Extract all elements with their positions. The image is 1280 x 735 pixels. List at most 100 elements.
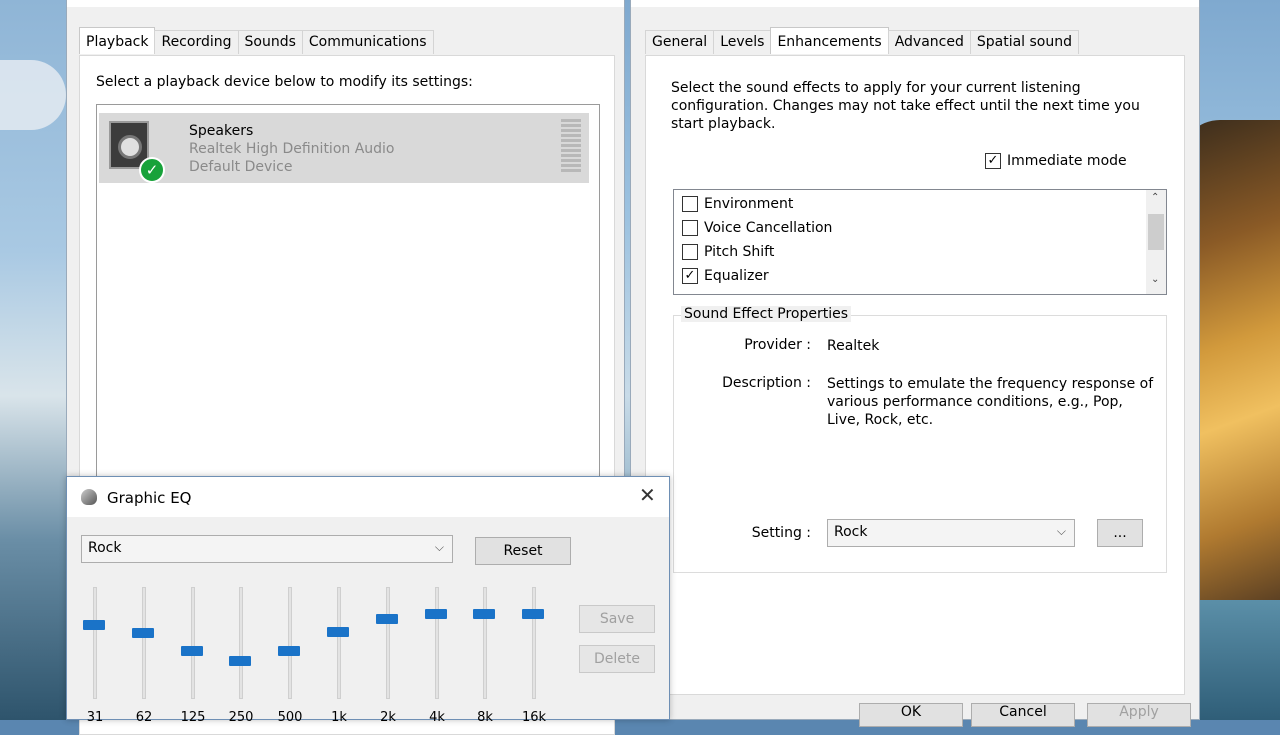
playback-instruction: Select a playback device below to modify… xyxy=(96,74,473,90)
slider-thumb[interactable] xyxy=(132,628,154,638)
provider-value: Realtek xyxy=(827,338,880,354)
slider-track xyxy=(435,587,439,699)
slider-thumb[interactable] xyxy=(425,609,447,619)
sound-tabs: Playback Recording Sounds Communications xyxy=(79,27,434,54)
slider-thumb[interactable] xyxy=(181,646,203,656)
eq-band-slider[interactable] xyxy=(83,587,107,699)
eq-band-label: 2k xyxy=(380,710,396,725)
scroll-down-icon[interactable]: ⌄ xyxy=(1151,274,1159,285)
slider-track xyxy=(239,587,243,699)
eq-band-label: 1k xyxy=(331,710,347,725)
slider-track xyxy=(142,587,146,699)
slider-thumb[interactable] xyxy=(473,609,495,619)
effects-list[interactable]: Environment Voice Cancellation Pitch Shi… xyxy=(673,189,1167,295)
scroll-up-icon[interactable]: ⌃ xyxy=(1151,192,1159,203)
device-name: Speakers xyxy=(189,123,254,139)
slider-track xyxy=(93,587,97,699)
effect-label: Environment xyxy=(704,196,794,212)
tab-playback[interactable]: Playback xyxy=(79,27,156,54)
eq-band-slider[interactable] xyxy=(376,587,400,699)
group-title: Sound Effect Properties xyxy=(681,306,852,322)
eq-band-label: 16k xyxy=(521,710,547,725)
eq-band-label: 62 xyxy=(135,710,153,725)
slider-track xyxy=(337,587,341,699)
eq-preset-select[interactable]: Rock ⌵ xyxy=(81,535,453,563)
eq-band-slider[interactable] xyxy=(181,587,205,699)
cancel-button[interactable]: Cancel xyxy=(971,703,1075,727)
slider-thumb[interactable] xyxy=(376,614,398,624)
eq-preset-value: Rock xyxy=(88,540,122,556)
eq-band-slider[interactable] xyxy=(132,587,156,699)
level-meter xyxy=(561,119,581,175)
slider-thumb[interactable] xyxy=(522,609,544,619)
eq-band-label: 31 xyxy=(86,710,104,725)
sound-window-titlebar xyxy=(67,0,624,7)
eq-app-icon xyxy=(81,489,97,505)
setting-more-button[interactable]: ... xyxy=(1097,519,1143,547)
effect-environment[interactable]: Environment xyxy=(682,196,793,212)
eq-band-slider[interactable] xyxy=(473,587,497,699)
effect-equalizer[interactable]: ✓ Equalizer xyxy=(682,268,769,284)
setting-key: Setting : xyxy=(751,525,811,541)
properties-tabs: General Levels Enhancements Advanced Spa… xyxy=(645,27,1080,54)
checkbox-icon xyxy=(682,196,698,212)
eq-band-label: 4k xyxy=(429,710,445,725)
ok-button[interactable]: OK xyxy=(859,703,963,727)
eq-band-slider[interactable] xyxy=(229,587,253,699)
slider-thumb[interactable] xyxy=(327,627,349,637)
eq-band-label: 125 xyxy=(180,710,206,725)
tab-enhancements[interactable]: Enhancements xyxy=(770,27,889,54)
eq-band-label: 8k xyxy=(477,710,493,725)
effect-label: Equalizer xyxy=(704,268,769,284)
slider-thumb[interactable] xyxy=(278,646,300,656)
tab-general[interactable]: General xyxy=(645,30,715,54)
save-button[interactable]: Save xyxy=(579,605,655,633)
scroll-thumb[interactable] xyxy=(1148,214,1164,250)
device-driver: Realtek High Definition Audio xyxy=(189,141,395,157)
eq-band-slider[interactable] xyxy=(522,587,546,699)
delete-button[interactable]: Delete xyxy=(579,645,655,673)
enhancements-description: Select the sound effects to apply for yo… xyxy=(671,80,1140,132)
speaker-icon: ✓ xyxy=(109,121,165,183)
slider-track xyxy=(483,587,487,699)
chevron-down-icon: ⌵ xyxy=(434,540,444,554)
effect-voice-cancellation[interactable]: Voice Cancellation xyxy=(682,220,832,236)
speaker-properties-window: General Levels Enhancements Advanced Spa… xyxy=(630,0,1200,727)
wallpaper-left xyxy=(0,0,66,720)
close-icon[interactable]: ✕ xyxy=(639,485,656,505)
device-speakers[interactable]: ✓ Speakers Realtek High Definition Audio… xyxy=(99,113,589,183)
tab-communications[interactable]: Communications xyxy=(301,30,434,54)
eq-band-slider[interactable] xyxy=(278,587,302,699)
tab-recording[interactable]: Recording xyxy=(154,30,239,54)
effect-label: Pitch Shift xyxy=(704,244,775,260)
effect-pitch-shift[interactable]: Pitch Shift xyxy=(682,244,774,260)
slider-track xyxy=(288,587,292,699)
slider-thumb[interactable] xyxy=(83,620,105,630)
description-key: Description : xyxy=(722,375,811,391)
eq-band-slider[interactable] xyxy=(327,587,351,699)
effect-label: Voice Cancellation xyxy=(704,220,833,236)
setting-value: Rock xyxy=(834,524,868,540)
chevron-down-icon: ⌵ xyxy=(1056,524,1066,538)
graphic-eq-dialog: Graphic EQ ✕ Rock ⌵ Reset Save Delete 31… xyxy=(66,476,670,725)
slider-track xyxy=(532,587,536,699)
eq-band-label: 250 xyxy=(228,710,254,725)
immediate-mode-checkbox[interactable]: ✓ Immediate mode xyxy=(985,153,1127,169)
eq-band-slider[interactable] xyxy=(425,587,449,699)
provider-key: Provider : xyxy=(744,337,811,353)
tab-spatial-sound[interactable]: Spatial sound xyxy=(969,30,1080,54)
slider-thumb[interactable] xyxy=(229,656,251,666)
tab-sounds[interactable]: Sounds xyxy=(237,30,303,54)
tab-levels[interactable]: Levels xyxy=(713,30,772,54)
reset-button[interactable]: Reset xyxy=(475,537,571,565)
properties-titlebar xyxy=(631,0,1199,7)
checkbox-icon: ✓ xyxy=(985,153,1001,169)
default-check-icon: ✓ xyxy=(139,157,165,183)
apply-button[interactable]: Apply xyxy=(1087,703,1191,727)
setting-select[interactable]: Rock ⌵ xyxy=(827,519,1075,547)
tab-advanced[interactable]: Advanced xyxy=(887,30,971,54)
checkbox-icon: ✓ xyxy=(682,268,698,284)
device-list[interactable]: ✓ Speakers Realtek High Definition Audio… xyxy=(96,104,600,494)
effects-scrollbar[interactable]: ⌃ ⌄ xyxy=(1146,190,1166,294)
slider-track xyxy=(386,587,390,699)
